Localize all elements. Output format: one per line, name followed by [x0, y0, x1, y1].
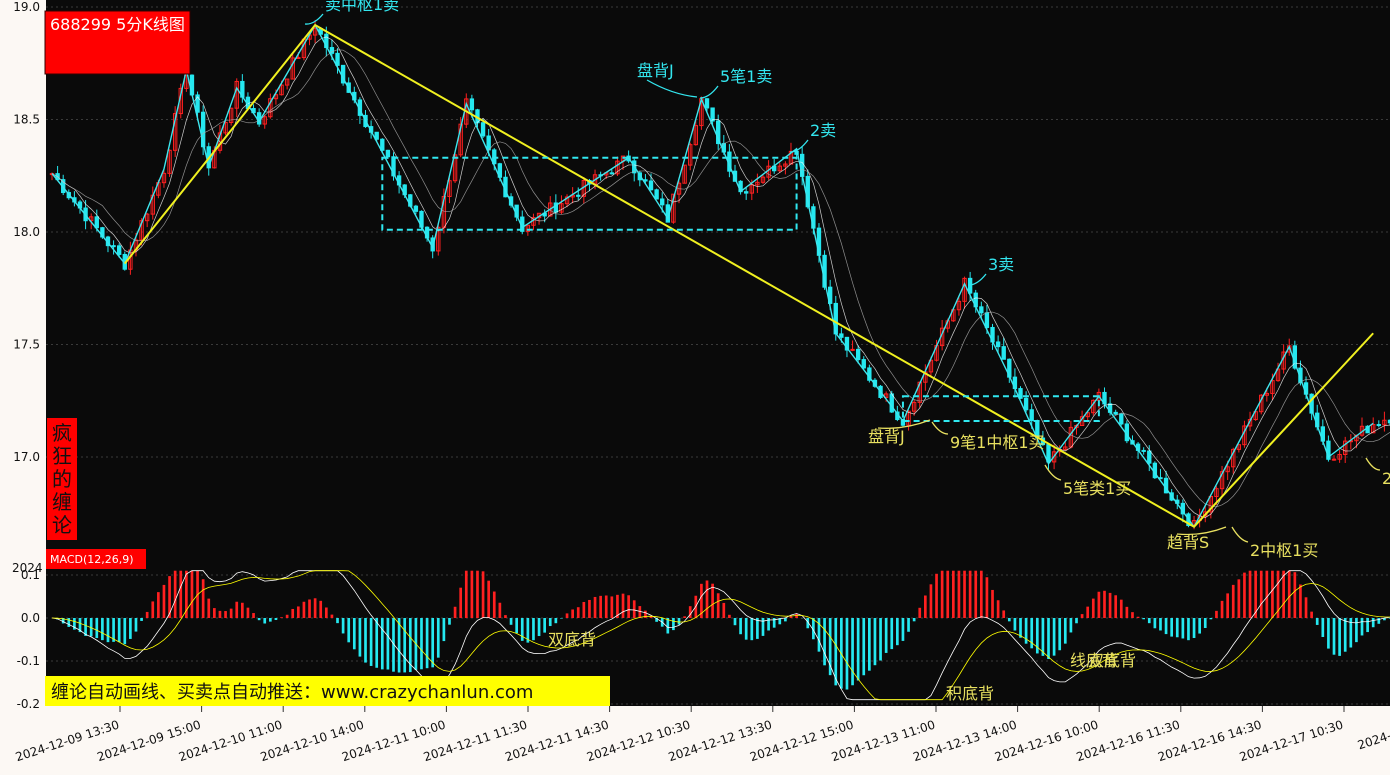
candle-body: [385, 149, 391, 158]
candle-body: [744, 191, 749, 194]
signal-label: 9笔1中枢1买: [950, 433, 1045, 452]
candle-body: [710, 107, 715, 122]
candle-body: [116, 245, 122, 255]
candle-body: [855, 348, 861, 361]
candle-body: [1023, 397, 1029, 411]
x-tick-label: 2024-12-17: [1356, 718, 1390, 753]
candle-body: [654, 189, 659, 200]
main-y-tick-label: 19.0: [13, 0, 40, 14]
candle-body: [1331, 458, 1337, 461]
chart-svg: 19.018.518.017.517.00.10.0-0.1-0.22024卖中…: [12, 0, 1390, 764]
candle-body: [609, 172, 615, 175]
candle-body: [94, 216, 99, 229]
macd-divergence-label: 双底背: [548, 630, 596, 649]
candle-body: [995, 341, 1001, 348]
candle-body: [704, 98, 710, 109]
signal-label: 5笔1卖: [720, 67, 772, 86]
signal-label: 3卖: [988, 255, 1014, 274]
candle-body: [480, 122, 486, 137]
signal-label: 盘背J: [868, 427, 905, 446]
candle-body: [861, 359, 866, 369]
candle-body: [1046, 444, 1051, 463]
main-panel-bg: [46, 0, 1390, 553]
candle-body: [1029, 409, 1034, 422]
signal-label: 2中枢1买: [1250, 541, 1318, 560]
promo-banner-text: 缠论自动画线、买卖点自动推送：www.crazychanlun.com: [51, 682, 533, 703]
macd-divergence-label: 积底背: [946, 684, 994, 703]
candle-body: [111, 245, 116, 248]
candle-body: [486, 135, 491, 151]
candle-body: [413, 205, 419, 212]
signal-label: 5笔类1买: [1063, 479, 1131, 498]
candle-body: [296, 57, 301, 60]
macd-y-tick-label: -0.1: [17, 654, 40, 668]
candle-body: [576, 194, 581, 197]
candle-body: [1147, 450, 1152, 464]
main-y-tick-label: 18.0: [13, 225, 40, 239]
candle-body: [648, 180, 654, 191]
candle-body: [469, 98, 475, 111]
signal-label: 趋背S: [1167, 533, 1209, 552]
signal-label: 2: [1382, 469, 1390, 488]
candle-body: [1376, 424, 1381, 427]
candle-body: [335, 52, 340, 66]
side-label-char: 疯: [52, 421, 72, 445]
main-y-tick-label: 18.5: [13, 113, 40, 127]
signal-label: 2卖: [810, 121, 836, 140]
chart-title: 688299 5分K线图: [50, 15, 185, 34]
signal-label: 盘背J: [637, 61, 674, 80]
macd-title: MACD(12,26,9): [50, 553, 134, 566]
candle-body: [1001, 346, 1006, 360]
signal-label: 卖中枢1卖: [325, 0, 399, 14]
candle-body: [979, 306, 984, 314]
candle-body: [850, 348, 855, 351]
macd-y-tick-label: -0.2: [17, 697, 40, 711]
candle-body: [195, 94, 200, 113]
macd-divergence-label: 双底背: [1088, 651, 1136, 670]
side-label-char: 狂: [52, 444, 72, 468]
candle-body: [984, 312, 990, 328]
candle-body: [1113, 411, 1118, 415]
side-label-char: 缠: [52, 490, 72, 514]
candle-body: [1119, 413, 1124, 425]
chart-stage: 19.0 18.5 18.0 17.5 17.0 0.1 0.0 -0.1 -0.2 2024 卖中…: [0, 0, 1390, 775]
side-label-char: 论: [52, 513, 72, 537]
side-label-char: 的: [52, 467, 72, 491]
candle-body: [839, 333, 844, 338]
candle-body: [1141, 449, 1146, 452]
candle-body: [967, 277, 973, 294]
candle-body: [889, 393, 894, 413]
macd-y-tick-label: 0.0: [21, 611, 40, 625]
candle-body: [660, 198, 665, 206]
main-y-tick-label: 17.0: [13, 450, 40, 464]
macd-axis-stub: 2024: [12, 561, 43, 575]
main-y-tick-label: 17.5: [13, 338, 40, 352]
